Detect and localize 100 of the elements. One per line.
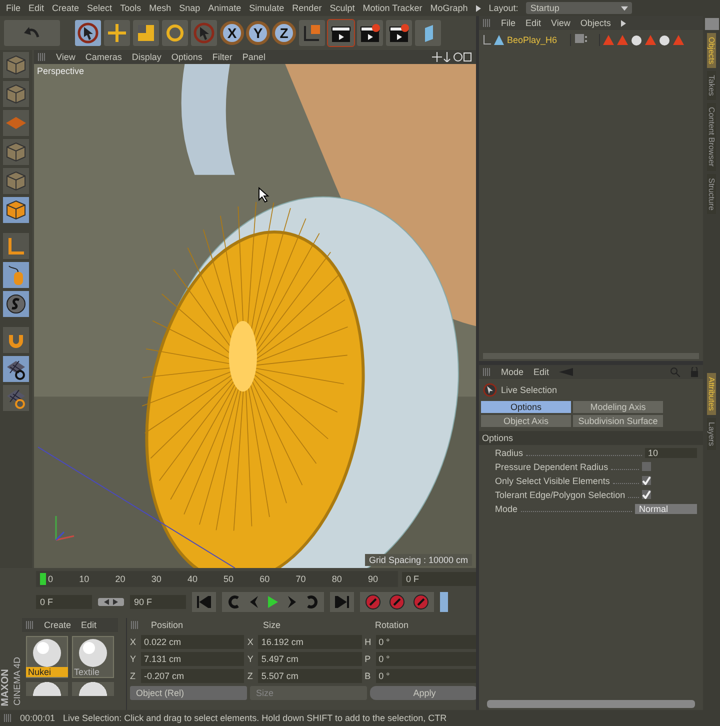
- menu-item[interactable]: Mesh: [149, 3, 172, 13]
- scale-tool-button[interactable]: [133, 20, 159, 46]
- attribute-tab[interactable]: Object Axis: [481, 415, 571, 427]
- timeline-ruler[interactable]: 0 10 20 30 40 50 60 70 80 90: [36, 571, 398, 587]
- menu-item[interactable]: Animate: [208, 3, 242, 13]
- size-field[interactable]: 16.192 cm: [258, 635, 362, 649]
- mode-dropdown[interactable]: Normal: [635, 504, 697, 514]
- rotation-field[interactable]: 0 °: [376, 652, 479, 666]
- menu-item[interactable]: Edit: [81, 620, 97, 630]
- menu-item[interactable]: Edit: [28, 3, 44, 13]
- menu-item[interactable]: Create: [52, 3, 80, 13]
- menu-item[interactable]: File: [6, 3, 21, 13]
- go-to-start-button[interactable]: [192, 592, 216, 612]
- selection-tool-button[interactable]: [191, 20, 217, 46]
- cube-tool-icon[interactable]: [3, 52, 29, 78]
- attribute-tab[interactable]: Options: [481, 401, 571, 413]
- attribute-tab[interactable]: Modeling Axis: [573, 401, 663, 413]
- render-button[interactable]: [328, 20, 354, 46]
- menu-item[interactable]: View: [56, 52, 76, 62]
- live-selection-button[interactable]: [75, 20, 101, 46]
- size-field[interactable]: 5.507 cm: [258, 669, 362, 683]
- scrollbar[interactable]: [487, 700, 695, 708]
- record-key-icon[interactable]: [413, 594, 429, 610]
- range-arrows-button[interactable]: [98, 598, 124, 606]
- axis-lock-button[interactable]: X: [220, 21, 244, 45]
- menu-item[interactable]: Motion Tracker: [362, 3, 422, 13]
- menu-item[interactable]: MoGraph: [430, 3, 468, 13]
- menu-item[interactable]: Select: [87, 3, 112, 13]
- move-tool-button[interactable]: [104, 20, 130, 46]
- menu-item[interactable]: Snap: [179, 3, 200, 13]
- menu-item[interactable]: Mode: [501, 367, 524, 377]
- axis-lock-button[interactable]: Z: [272, 21, 296, 45]
- go-to-end-button[interactable]: [330, 592, 354, 612]
- menu-item[interactable]: Objects: [580, 18, 611, 28]
- menu-item[interactable]: Tools: [120, 3, 142, 13]
- side-tab[interactable]: Structure: [707, 174, 716, 214]
- side-tab[interactable]: Layers: [707, 418, 716, 450]
- material-swatch[interactable]: Textile: [72, 636, 114, 678]
- current-frame-field[interactable]: 0 F: [402, 572, 476, 586]
- side-tab[interactable]: Content Browser: [707, 103, 716, 171]
- axis-lock-button[interactable]: Y: [246, 21, 270, 45]
- record-key-icon[interactable]: [389, 594, 405, 610]
- material-swatch[interactable]: [72, 682, 114, 696]
- render-button[interactable]: [386, 20, 412, 46]
- side-tab[interactable]: Takes: [707, 71, 716, 100]
- panel-menu-icon[interactable]: [704, 18, 718, 30]
- coordinate-space-dropdown[interactable]: Object (Rel): [130, 686, 247, 700]
- render-button[interactable]: [357, 20, 383, 46]
- start-frame-field[interactable]: 0 F: [36, 595, 92, 609]
- size-field[interactable]: 5.497 cm: [258, 652, 362, 666]
- position-field[interactable]: 7.131 cm: [141, 652, 244, 666]
- menu-item[interactable]: Sculpt: [330, 3, 355, 13]
- menu-item[interactable]: Simulate: [249, 3, 284, 13]
- s-circle-tool-icon[interactable]: [3, 291, 29, 317]
- rotation-field[interactable]: 0 °: [376, 635, 479, 649]
- menu-item[interactable]: Cameras: [85, 52, 122, 62]
- playhead-marker[interactable]: [40, 573, 46, 585]
- step-forward-icon[interactable]: [287, 596, 297, 608]
- tag-icon[interactable]: [603, 34, 614, 44]
- record-key-icon[interactable]: [365, 594, 381, 610]
- object-name[interactable]: BeoPlay_H6: [507, 35, 567, 45]
- radius-field[interactable]: 10: [645, 448, 697, 458]
- checkbox[interactable]: [642, 462, 651, 471]
- menu-item[interactable]: Filter: [212, 52, 232, 62]
- menu-item[interactable]: File: [501, 18, 516, 28]
- position-field[interactable]: 0.022 cm: [141, 635, 244, 649]
- material-swatch[interactable]: Nukei: [26, 636, 68, 678]
- attribute-tab[interactable]: Subdivision Surface: [573, 415, 663, 427]
- end-frame-field[interactable]: 90 F: [130, 595, 186, 609]
- magnet-tool-icon[interactable]: [3, 327, 29, 353]
- position-field[interactable]: -0.207 cm: [141, 669, 244, 683]
- menu-item[interactable]: Render: [292, 3, 322, 13]
- step-back-icon[interactable]: [249, 596, 259, 608]
- menu-item[interactable]: Display: [132, 52, 162, 62]
- material-swatch[interactable]: [26, 682, 68, 696]
- grid-plane-tool-icon[interactable]: [3, 110, 29, 136]
- solid-cube-tool-icon[interactable]: [3, 197, 29, 223]
- play-icon[interactable]: [267, 596, 279, 608]
- menu-item[interactable]: Options: [171, 52, 202, 62]
- rotation-field[interactable]: 0 °: [376, 669, 479, 683]
- previous-key-icon[interactable]: [227, 595, 241, 609]
- coordinate-system-button[interactable]: [299, 20, 325, 46]
- material-tag-icon[interactable]: [631, 34, 642, 46]
- material-tag-icon[interactable]: [659, 34, 670, 46]
- cube-tool-icon[interactable]: [3, 168, 29, 194]
- menu-item[interactable]: Create: [44, 620, 72, 630]
- menu-item[interactable]: Edit: [534, 367, 550, 377]
- apply-button[interactable]: Apply: [370, 686, 479, 700]
- next-key-icon[interactable]: [305, 595, 319, 609]
- undo-button[interactable]: [4, 20, 60, 46]
- menu-item[interactable]: Panel: [242, 52, 266, 62]
- l-shape-tool-icon[interactable]: [3, 233, 29, 259]
- cube-tool-icon[interactable]: [3, 139, 29, 165]
- checkbox[interactable]: [642, 476, 651, 485]
- rotate-tool-button[interactable]: [162, 20, 188, 46]
- menu-item[interactable]: View: [551, 18, 570, 28]
- checkbox[interactable]: [642, 490, 651, 499]
- layout-dropdown[interactable]: Startup: [526, 2, 632, 14]
- navigation-icons[interactable]: [432, 52, 472, 62]
- menu-item[interactable]: Edit: [526, 18, 542, 28]
